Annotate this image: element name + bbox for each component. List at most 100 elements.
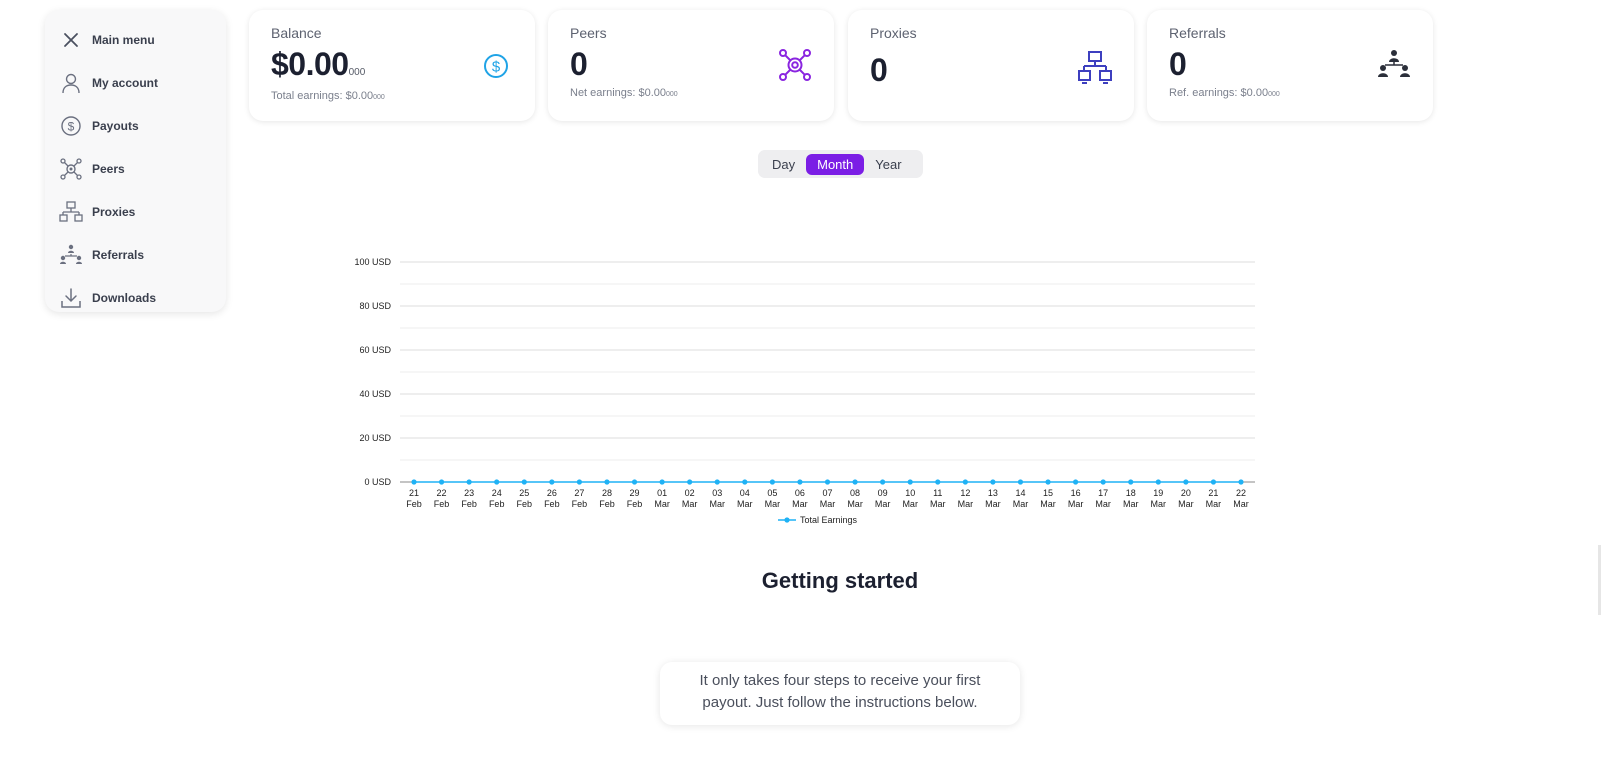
x-tick-label: 11 Mar bbox=[930, 488, 946, 509]
x-tick-label: 22 Mar bbox=[1233, 488, 1249, 509]
x-tick-label: 21 Feb bbox=[406, 488, 422, 509]
x-tick-label: 08 Mar bbox=[847, 488, 863, 509]
svg-text:$: $ bbox=[492, 59, 501, 76]
x-tick-label: 19 Mar bbox=[1151, 488, 1167, 509]
x-tick-label: 07 Mar bbox=[820, 488, 836, 509]
data-point[interactable] bbox=[1210, 479, 1217, 485]
data-point[interactable] bbox=[1073, 479, 1079, 485]
balance-value: $0.00000 bbox=[271, 46, 366, 82]
data-point[interactable] bbox=[880, 479, 886, 485]
x-tick-label: 29 Feb bbox=[627, 488, 643, 509]
data-point[interactable] bbox=[742, 479, 748, 485]
x-tick-label: 03 Mar bbox=[709, 488, 725, 509]
data-point[interactable] bbox=[962, 479, 968, 485]
sidebar-item-peers[interactable]: Peers bbox=[45, 147, 226, 190]
sidebar-item-payouts[interactable]: $ Payouts bbox=[45, 104, 226, 147]
data-point[interactable] bbox=[576, 479, 582, 485]
getting-started-note: It only takes four steps to receive your… bbox=[660, 662, 1020, 725]
ref-earnings-label: Ref. earnings: $0.00000 bbox=[1169, 87, 1280, 99]
sidebar-item-label: Proxies bbox=[92, 204, 136, 219]
peers-card: Peers 0 Net earnings: $0.00000 bbox=[548, 10, 834, 121]
balance-card: Balance $0.00000 Total earnings: $0.0000… bbox=[249, 10, 535, 121]
data-point[interactable] bbox=[1045, 479, 1051, 485]
sidebar-item-label: Payouts bbox=[92, 118, 139, 133]
data-point[interactable] bbox=[1128, 479, 1134, 485]
data-point[interactable] bbox=[1100, 479, 1106, 485]
data-point[interactable] bbox=[659, 479, 665, 485]
data-point[interactable] bbox=[687, 479, 693, 485]
peers-icon bbox=[59, 157, 83, 181]
x-tick-label: 25 Feb bbox=[517, 488, 533, 509]
sidebar-item-label: Downloads bbox=[92, 290, 157, 305]
data-point[interactable] bbox=[907, 479, 913, 485]
sidebar: Main menu My account $ Payouts Peers Pro… bbox=[45, 10, 226, 312]
sidebar-item-label: Peers bbox=[92, 161, 125, 176]
x-tick-label: 06 Mar bbox=[792, 488, 808, 509]
user-icon bbox=[59, 71, 83, 95]
data-point[interactable] bbox=[824, 479, 831, 485]
x-tick-label: 04 Mar bbox=[737, 488, 753, 509]
x-tick-label: 15 Mar bbox=[1040, 488, 1056, 509]
data-point[interactable] bbox=[769, 479, 775, 485]
total-earnings-label: Total earnings: $0.00000 bbox=[271, 90, 385, 102]
sidebar-item-label: Main menu bbox=[92, 32, 155, 47]
data-point[interactable] bbox=[1155, 479, 1161, 485]
period-month-option[interactable]: Month bbox=[806, 153, 865, 175]
x-tick-label: 10 Mar bbox=[902, 488, 918, 509]
data-point[interactable] bbox=[797, 479, 803, 485]
data-point[interactable] bbox=[438, 479, 445, 485]
svg-text:$: $ bbox=[68, 119, 75, 133]
referrals-value: 0 bbox=[1169, 46, 1187, 82]
data-point[interactable] bbox=[852, 479, 858, 485]
y-tick-label: 20 USD bbox=[359, 433, 391, 443]
sidebar-item-proxies[interactable]: Proxies bbox=[45, 190, 226, 233]
getting-started-title: Getting started bbox=[761, 568, 919, 593]
legend-swatch-point bbox=[784, 517, 790, 523]
y-tick-label: 100 USD bbox=[354, 257, 391, 267]
period-toggle: Day Month Year bbox=[758, 150, 923, 178]
x-tick-label: 09 Mar bbox=[875, 488, 891, 509]
period-year-option[interactable]: Year bbox=[864, 154, 912, 175]
sidebar-item-label: My account bbox=[92, 75, 159, 90]
sidebar-item-downloads[interactable]: Downloads bbox=[45, 276, 226, 319]
data-point[interactable] bbox=[1183, 479, 1189, 485]
data-point[interactable] bbox=[1238, 479, 1244, 485]
x-tick-label: 27 Feb bbox=[572, 488, 588, 509]
y-tick-label: 60 USD bbox=[359, 345, 391, 355]
download-icon bbox=[59, 286, 83, 310]
close-icon bbox=[59, 28, 83, 52]
data-point[interactable] bbox=[631, 479, 638, 485]
x-tick-label: 05 Mar bbox=[765, 488, 781, 509]
data-point[interactable] bbox=[604, 479, 610, 485]
x-tick-label: 17 Mar bbox=[1095, 488, 1111, 509]
x-tick-label: 13 Mar bbox=[985, 488, 1001, 509]
data-point[interactable] bbox=[494, 479, 500, 485]
x-tick-label: 28 Feb bbox=[599, 488, 615, 509]
sidebar-item-my-account[interactable]: My account bbox=[45, 61, 226, 104]
data-point[interactable] bbox=[521, 479, 527, 485]
x-tick-label: 22 Feb bbox=[434, 488, 450, 509]
peers-value: 0 bbox=[570, 46, 588, 82]
balance-title: Balance bbox=[271, 25, 322, 41]
proxies-value: 0 bbox=[870, 52, 888, 88]
x-tick-label: 26 Feb bbox=[544, 488, 560, 509]
legend-label: Total Earnings bbox=[800, 515, 858, 525]
period-day-option[interactable]: Day bbox=[761, 154, 806, 175]
sidebar-item-referrals[interactable]: Referrals bbox=[45, 233, 226, 276]
sidebar-item-main-menu[interactable]: Main menu bbox=[45, 18, 226, 61]
y-tick-label: 0 USD bbox=[364, 477, 391, 487]
referrals-title: Referrals bbox=[1169, 25, 1226, 41]
proxies-network-icon bbox=[1078, 50, 1112, 84]
data-point[interactable] bbox=[990, 479, 996, 485]
data-point[interactable] bbox=[714, 479, 720, 485]
peers-network-icon bbox=[778, 48, 812, 82]
data-point[interactable] bbox=[466, 479, 472, 485]
earnings-chart: 0 USD 20 USD 40 USD 60 USD 80 USD 100 USD 21 F… bbox=[354, 257, 1255, 525]
data-point[interactable] bbox=[411, 479, 417, 485]
data-point[interactable] bbox=[935, 479, 941, 485]
x-tick-label: 12 Mar bbox=[958, 488, 974, 509]
x-tick-label: 16 Mar bbox=[1068, 488, 1084, 509]
data-point[interactable] bbox=[549, 479, 555, 485]
data-point[interactable] bbox=[1017, 479, 1024, 485]
sidebar-item-label: Referrals bbox=[92, 247, 145, 262]
